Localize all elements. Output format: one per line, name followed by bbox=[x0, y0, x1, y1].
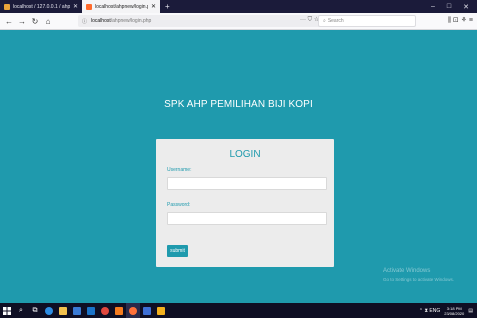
search-box[interactable]: ⌕ Search bbox=[318, 15, 416, 27]
clock-date: 23/08/2020 bbox=[444, 310, 465, 316]
app-icon[interactable] bbox=[140, 303, 154, 318]
windows-start-icon[interactable] bbox=[0, 303, 14, 318]
username-label: Username: bbox=[167, 167, 192, 173]
search-placeholder: Search bbox=[327, 18, 344, 24]
system-tray: ⌃ ⧗ ENG 3:18 PM 23/08/2020 ▤ bbox=[419, 306, 477, 316]
close-window-icon[interactable]: ✕ bbox=[463, 3, 469, 11]
search-icon[interactable]: ⌕ bbox=[14, 303, 28, 318]
store-icon[interactable] bbox=[70, 303, 84, 318]
clock[interactable]: 3:18 PM 23/08/2020 bbox=[444, 306, 464, 316]
search-icon: ⌕ bbox=[323, 18, 326, 24]
minimize-icon[interactable]: – bbox=[431, 3, 435, 11]
phpmyadmin-favicon-icon bbox=[4, 3, 10, 10]
tab-close-icon[interactable]: ✕ bbox=[151, 3, 156, 10]
tab-login-page[interactable]: localhost/ahpnew/login.php ✕ bbox=[82, 0, 160, 13]
activate-windows-subtitle: Go to Settings to activate Windows. bbox=[383, 277, 455, 282]
page-actions-icon[interactable]: ··· ⛉ ☆ bbox=[300, 16, 319, 24]
url-path: /ahpnew/login.php bbox=[110, 18, 152, 24]
new-tab-button[interactable]: + bbox=[165, 2, 170, 11]
reload-icon[interactable]: ↻ bbox=[29, 17, 41, 26]
tab-label: localhost / 127.0.0.1 / ahpcko bbox=[13, 3, 70, 10]
username-field[interactable] bbox=[167, 177, 327, 190]
password-field[interactable] bbox=[167, 212, 327, 225]
browser-tab-strip: localhost / 127.0.0.1 / ahpcko ✕ localho… bbox=[0, 0, 477, 13]
site-info-icon[interactable]: ⓘ bbox=[82, 18, 87, 25]
activate-windows-title: Activate Windows bbox=[383, 268, 431, 274]
forward-arrow-icon[interactable]: → bbox=[16, 17, 28, 26]
page-favicon-icon bbox=[86, 3, 92, 10]
firefox-icon[interactable] bbox=[126, 303, 140, 318]
tab-close-icon[interactable]: ✕ bbox=[73, 3, 78, 10]
chrome-icon[interactable] bbox=[98, 303, 112, 318]
back-arrow-icon[interactable]: ← bbox=[3, 17, 15, 26]
edge-icon[interactable] bbox=[42, 303, 56, 318]
tab-label: localhost/ahpnew/login.php bbox=[95, 3, 148, 10]
browser-nav-bar: ← → ↻ ⌂ ⓘ localhost/ahpnew/login.php ···… bbox=[0, 13, 477, 30]
login-title: LOGIN bbox=[229, 149, 261, 160]
url-host: localhost bbox=[91, 18, 111, 24]
login-card: LOGIN Username: Password: submit bbox=[156, 139, 334, 267]
task-view-icon[interactable]: ⧉ bbox=[28, 303, 42, 318]
home-icon[interactable]: ⌂ bbox=[42, 17, 54, 26]
mail-icon[interactable] bbox=[84, 303, 98, 318]
password-label: Password: bbox=[167, 202, 191, 208]
nav-buttons: ← → ↻ ⌂ bbox=[0, 17, 54, 26]
taskbar: ⌕ ⧉ ⌃ ⧗ ENG 3:18 PM 23/08/2020 ▤ bbox=[0, 303, 477, 318]
tray-icons[interactable]: ⌃ ⧗ ENG bbox=[419, 308, 440, 314]
page-title: SPK AHP PEMILIHAN BIJI KOPI bbox=[164, 99, 313, 110]
app-icon[interactable] bbox=[154, 303, 168, 318]
maximize-icon[interactable]: □ bbox=[447, 3, 451, 11]
toolbar-icons[interactable]: ⫼ ⊡ ⚘ ≡ bbox=[448, 16, 473, 25]
file-explorer-icon[interactable] bbox=[56, 303, 70, 318]
notification-icon[interactable]: ▤ bbox=[468, 308, 473, 314]
window-controls: – □ ✕ bbox=[431, 3, 477, 11]
tab-phpmyadmin[interactable]: localhost / 127.0.0.1 / ahpcko ✕ bbox=[0, 0, 82, 13]
submit-button[interactable]: submit bbox=[167, 245, 188, 257]
xampp-icon[interactable] bbox=[112, 303, 126, 318]
